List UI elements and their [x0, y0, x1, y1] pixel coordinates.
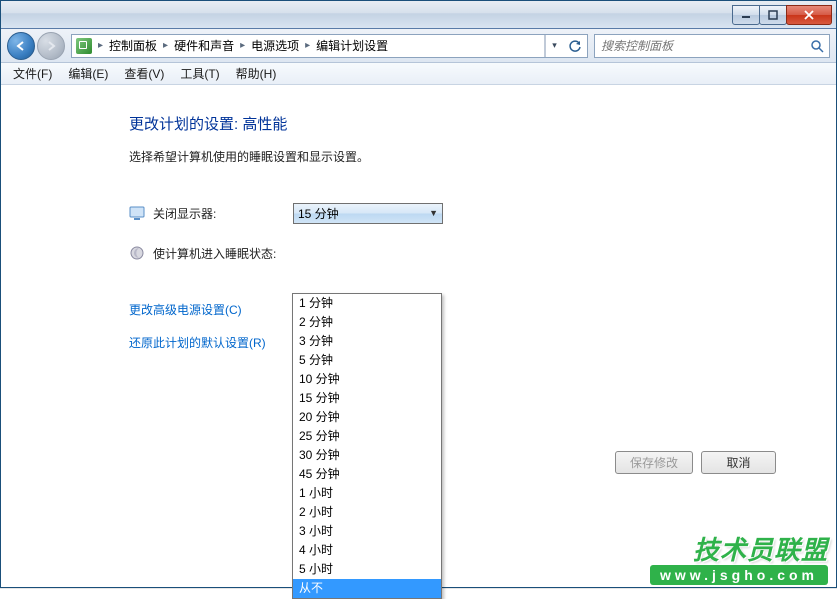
dropdown-option[interactable]: 3 小时	[293, 522, 441, 541]
maximize-button[interactable]	[759, 5, 787, 25]
chevron-right-icon: ▸	[96, 40, 105, 51]
restore-defaults-link[interactable]: 还原此计划的默认设置(R)	[129, 334, 776, 351]
page-title: 更改计划的设置: 高性能	[129, 113, 776, 134]
menu-file[interactable]: 文件(F)	[5, 63, 60, 84]
menu-view[interactable]: 查看(V)	[116, 63, 172, 84]
window: ▸ 控制面板 ▸ 硬件和声音 ▸ 电源选项 ▸ 编辑计划设置 ▾ 文件(F) 编…	[0, 0, 837, 588]
dropdown-option[interactable]: 25 分钟	[293, 427, 441, 446]
watermark-url: www.jsgho.com	[650, 565, 828, 585]
search-input[interactable]	[595, 39, 805, 53]
menu-bar: 文件(F) 编辑(E) 查看(V) 工具(T) 帮助(H)	[1, 63, 836, 85]
forward-button[interactable]	[37, 32, 65, 60]
advanced-settings-link[interactable]: 更改高级电源设置(C)	[129, 301, 776, 318]
back-arrow-icon	[14, 39, 28, 53]
dropdown-option[interactable]: 5 小时	[293, 560, 441, 579]
page-subtitle: 选择希望计算机使用的睡眠设置和显示设置。	[129, 148, 776, 165]
setting-row-display: 关闭显示器: 15 分钟 ▼	[129, 201, 776, 225]
maximize-icon	[768, 10, 778, 20]
chevron-right-icon: ▸	[238, 40, 247, 51]
content-area: 更改计划的设置: 高性能 选择希望计算机使用的睡眠设置和显示设置。 关闭显示器:…	[1, 85, 836, 587]
dropdown-option[interactable]: 15 分钟	[293, 389, 441, 408]
watermark: 技术员联盟 www.jsgho.com	[650, 530, 828, 585]
caption-buttons	[733, 5, 832, 25]
content-inner: 更改计划的设置: 高性能 选择希望计算机使用的睡眠设置和显示设置。 关闭显示器:…	[129, 113, 776, 351]
refresh-button[interactable]	[563, 35, 587, 57]
sleep-dropdown-list[interactable]: 1 分钟2 分钟3 分钟5 分钟10 分钟15 分钟20 分钟25 分钟30 分…	[292, 293, 442, 599]
minimize-button[interactable]	[732, 5, 760, 25]
chevron-right-icon: ▸	[303, 40, 312, 51]
dropdown-option[interactable]: 1 分钟	[293, 294, 441, 313]
dropdown-option[interactable]: 30 分钟	[293, 446, 441, 465]
dropdown-option[interactable]: 2 分钟	[293, 313, 441, 332]
links-section: 更改高级电源设置(C) 还原此计划的默认设置(R)	[129, 301, 776, 351]
dropdown-option[interactable]: 5 分钟	[293, 351, 441, 370]
dropdown-option[interactable]: 45 分钟	[293, 465, 441, 484]
save-button[interactable]: 保存修改	[615, 451, 693, 474]
setting-row-sleep: 使计算机进入睡眠状态:	[129, 241, 776, 265]
control-panel-icon	[76, 38, 92, 54]
titlebar	[1, 1, 836, 29]
nav-buttons	[7, 32, 65, 60]
nav-row: ▸ 控制面板 ▸ 硬件和声音 ▸ 电源选项 ▸ 编辑计划设置 ▾	[1, 29, 836, 63]
dropdown-option[interactable]: 2 小时	[293, 503, 441, 522]
refresh-icon	[568, 39, 582, 53]
search-button[interactable]	[805, 39, 829, 53]
address-right-controls: ▾	[544, 35, 587, 57]
address-dropdown-button[interactable]: ▾	[545, 35, 563, 57]
minimize-icon	[741, 10, 751, 20]
breadcrumb-item[interactable]: 电源选项	[247, 37, 303, 54]
breadcrumb-item[interactable]: 编辑计划设置	[312, 37, 392, 54]
menu-edit[interactable]: 编辑(E)	[60, 63, 116, 84]
close-button[interactable]	[786, 5, 832, 25]
dropdown-option[interactable]: 10 分钟	[293, 370, 441, 389]
dropdown-option[interactable]: 1 小时	[293, 484, 441, 503]
menu-help[interactable]: 帮助(H)	[228, 63, 285, 84]
combo-value: 15 分钟	[298, 205, 339, 222]
display-off-combo[interactable]: 15 分钟 ▼	[293, 203, 443, 224]
dropdown-option[interactable]: 从不	[293, 579, 441, 598]
button-row: 保存修改 取消	[615, 451, 776, 474]
display-off-label: 关闭显示器:	[153, 205, 293, 222]
close-icon	[803, 10, 815, 20]
dropdown-option[interactable]: 4 小时	[293, 541, 441, 560]
breadcrumb-item[interactable]: 硬件和声音	[170, 37, 238, 54]
moon-icon	[129, 245, 145, 261]
watermark-title: 技术员联盟	[650, 530, 828, 567]
search-box[interactable]	[594, 34, 830, 58]
back-button[interactable]	[7, 32, 35, 60]
search-icon	[810, 39, 824, 53]
menu-tools[interactable]: 工具(T)	[172, 63, 227, 84]
chevron-down-icon: ▼	[429, 208, 438, 218]
address-bar[interactable]: ▸ 控制面板 ▸ 硬件和声音 ▸ 电源选项 ▸ 编辑计划设置 ▾	[71, 34, 588, 58]
dropdown-option[interactable]: 20 分钟	[293, 408, 441, 427]
sleep-label: 使计算机进入睡眠状态:	[153, 245, 293, 262]
cancel-button[interactable]: 取消	[701, 451, 776, 474]
forward-arrow-icon	[44, 39, 58, 53]
chevron-right-icon: ▸	[161, 40, 170, 51]
monitor-icon	[129, 205, 145, 221]
breadcrumb-item[interactable]: 控制面板	[105, 37, 161, 54]
dropdown-option[interactable]: 3 分钟	[293, 332, 441, 351]
